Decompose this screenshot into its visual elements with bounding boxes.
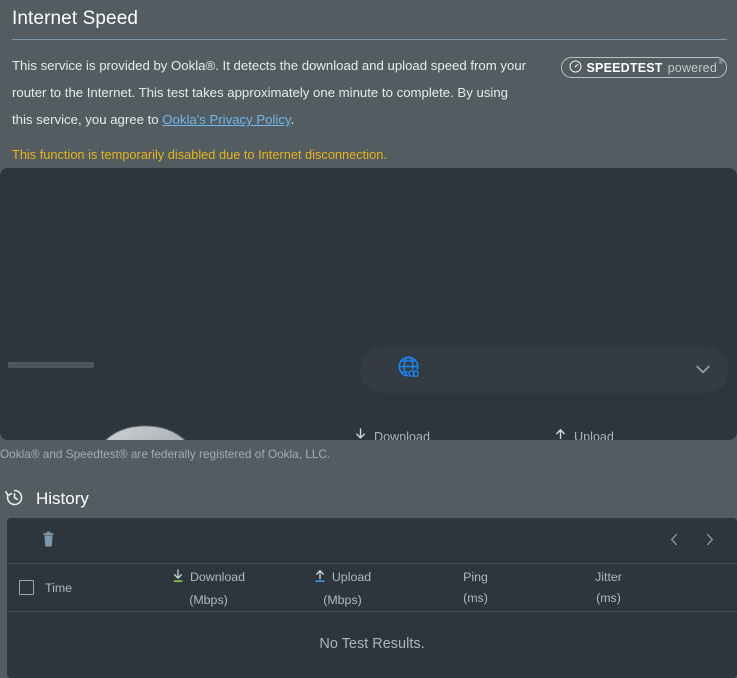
column-header-ping[interactable]: Ping (ms) [409,570,542,605]
intro-paragraph: This service is provided by Ookla®. It d… [12,52,532,133]
trash-icon[interactable] [41,531,56,551]
column-header-time[interactable]: Time [45,581,141,595]
history-toolbar [7,518,737,564]
column-header-ping-label: Ping [463,570,488,584]
upload-label: Upload [574,430,614,440]
speedtest-widget: Download Mbps Upload Mbps Level [0,168,737,440]
column-header-upload-label: Upload [331,570,372,584]
column-header-ping-unit: (ms) [463,591,488,605]
checkbox-box [18,580,34,595]
speedtest-badge-trademark: ® [718,60,723,66]
intro-section: This service is provided by Ookla®. It d… [0,40,737,133]
column-header-upload-unit: (Mbps) [323,592,362,607]
globe-link-icon [394,353,426,388]
column-header-download-unit: (Mbps) [189,592,228,607]
select-all-checkbox[interactable] [7,580,45,595]
upload-result: Upload Mbps [554,428,614,440]
download-result: Download Mbps [354,428,430,440]
download-arrow-icon [354,428,367,440]
speedtest-badge-powered: powered [667,60,717,75]
history-panel: Time Download (Mbps) Upload (Mbps) Ping … [7,518,737,678]
chevron-right-icon[interactable] [702,532,717,550]
column-header-upload[interactable]: Upload (Mbps) [276,569,409,607]
history-clock-icon [4,487,25,511]
upload-arrow-icon [554,428,567,440]
ookla-privacy-policy-link[interactable]: Ookla's Privacy Policy [162,112,290,127]
chevron-down-icon[interactable] [693,359,713,382]
history-header: History [4,487,89,511]
go-button [88,423,203,440]
column-header-jitter-label: Jitter [595,570,622,584]
history-empty-message: No Test Results. [319,636,425,652]
download-label: Download [374,430,431,440]
column-header-jitter[interactable]: Jitter (ms) [542,570,675,605]
history-title: History [36,489,89,508]
loading-skeleton-bar [8,362,94,368]
speedtest-powered-badge: SPEEDTEST powered ® [560,57,727,78]
column-header-jitter-unit: (ms) [596,591,621,605]
server-select-dropdown[interactable] [360,347,729,393]
trademark-notice: Ookla® and Speedtest® are federally regi… [0,447,331,461]
history-table-header: Time Download (Mbps) Upload (Mbps) Ping … [7,564,737,612]
column-header-download[interactable]: Download (Mbps) [141,568,276,607]
page-title: Internet Speed [12,8,139,29]
upload-arrow-icon [314,569,326,586]
column-header-download-label: Download [189,570,246,584]
intro-text-part2: . [290,112,295,127]
history-pagination [667,532,717,550]
warning-message: This function is temporarily disabled du… [12,147,387,162]
speedometer-icon [569,60,582,76]
download-arrow-icon [172,568,184,586]
speedtest-badge-name: SPEEDTEST [586,60,663,75]
chevron-left-icon[interactable] [667,532,682,550]
